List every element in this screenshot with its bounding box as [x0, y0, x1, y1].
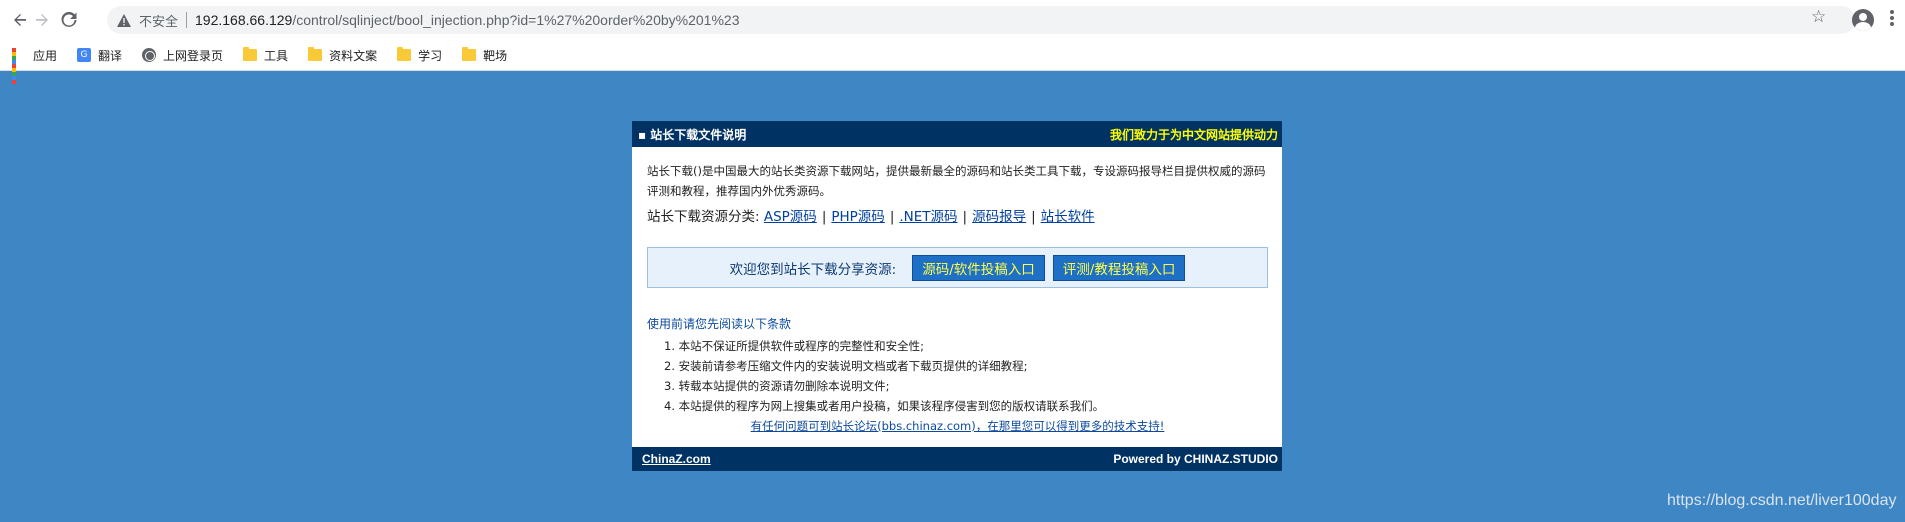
- terms-list: 1. 本站不保证所提供软件或程序的完整性和安全性; 2. 安装前请参考压缩文件内…: [647, 336, 1268, 416]
- terms-item: 2. 安装前请参考压缩文件内的安装说明文档或者下载页提供的详细教程;: [664, 359, 1028, 373]
- bookmark-label: 资料文案: [329, 48, 378, 63]
- bookmark-translate[interactable]: G 翻译: [77, 47, 122, 64]
- apps-grid-icon: [12, 48, 26, 84]
- folder-icon: [243, 47, 258, 61]
- security-label[interactable]: 不安全: [139, 11, 178, 30]
- url-host: 192.168.66.129: [195, 12, 293, 28]
- terms-item: 1. 本站不保证所提供软件或程序的完整性和安全性;: [664, 339, 924, 353]
- bookmark-label: 上网登录页: [163, 48, 224, 63]
- category-link-report[interactable]: 源码报导: [972, 209, 1026, 225]
- address-bar[interactable]: 不安全 192.168.66.129/control/sqlinject/boo…: [107, 6, 1855, 34]
- panel-title: ▪ 站长下载文件说明: [638, 127, 747, 142]
- category-line: 站长下载资源分类: ASP源码 | PHP源码 | .NET源码 | 源码报导 | 站长软件: [647, 205, 1268, 225]
- terms-item: 3. 转载本站提供的资源请勿删除本说明文件;: [664, 379, 890, 393]
- category-link-net[interactable]: .NET源码: [899, 209, 957, 225]
- category-link-php[interactable]: PHP源码: [831, 209, 884, 225]
- terms-heading: 使用前请您先阅读以下条款: [647, 317, 792, 331]
- terms-item: 4. 本站提供的程序为网上搜集或者用户投稿，如果该程序侵害到您的版权请联系我们。: [664, 399, 1105, 413]
- reload-icon[interactable]: [54, 5, 84, 35]
- bookmark-label: 靶场: [483, 48, 508, 63]
- url-text[interactable]: 192.168.66.129/control/sqlinject/bool_in…: [195, 12, 739, 28]
- star-icon[interactable]: ☆: [1811, 8, 1826, 25]
- bookmark-label: 应用: [33, 48, 58, 63]
- footer-site-link[interactable]: ChinaZ.com: [642, 452, 711, 466]
- intro-text: 站长下载()是中国最大的站长类资源下载网站，提供最新最全的源码和站长类工具下载，…: [647, 164, 1266, 198]
- account-icon[interactable]: [1852, 9, 1874, 31]
- panel-slogan: 我们致力于为中文网站提供动力: [1109, 127, 1278, 142]
- forward-icon[interactable]: [27, 5, 57, 35]
- link-separator: |: [1031, 209, 1036, 225]
- panel-body: 站长下载()是中国最大的站长类资源下载网站，提供最新最全的源码和站长类工具下载，…: [632, 147, 1282, 436]
- globe-icon: [142, 48, 157, 62]
- footer-powered-by: Powered by CHINAZ.STUDIO: [1113, 452, 1278, 466]
- bookmark-study[interactable]: 学习: [397, 47, 442, 64]
- menu-icon[interactable]: [1890, 8, 1896, 28]
- folder-icon: [308, 47, 323, 61]
- bookmark-apps[interactable]: 应用: [12, 47, 58, 84]
- category-label: 站长下载资源分类:: [647, 209, 760, 225]
- bookmarks-bar: 应用 G 翻译 上网登录页 工具 资料文案 学习 靶场: [0, 40, 1905, 84]
- watermark-text: https://blog.csdn.net/liver100day: [1667, 492, 1897, 509]
- submit-review-button[interactable]: 评测/教程投稿入口: [1052, 254, 1186, 281]
- info-panel: ▪ 站长下载文件说明 我们致力于为中文网站提供动力 站长下载()是中国最大的站长…: [632, 121, 1282, 471]
- share-box: 欢迎您到站长下载分享资源: 源码/软件投稿入口 评测/教程投稿入口: [647, 247, 1268, 288]
- link-separator: |: [962, 209, 968, 225]
- link-separator: |: [821, 209, 827, 225]
- link-separator: |: [889, 209, 895, 225]
- warning-icon[interactable]: [117, 13, 131, 27]
- panel-header: ▪ 站长下载文件说明 我们致力于为中文网站提供动力: [632, 121, 1282, 147]
- folder-icon: [462, 47, 477, 61]
- browser-toolbar: 不安全 192.168.66.129/control/sqlinject/boo…: [0, 0, 1905, 40]
- bookmark-label: 工具: [264, 48, 289, 63]
- translate-icon: G: [77, 48, 92, 62]
- share-text: 欢迎您到站长下载分享资源:: [729, 261, 897, 278]
- address-divider: [186, 12, 188, 28]
- bookmark-label: 翻译: [98, 48, 123, 63]
- bookmark-docs[interactable]: 资料文案: [308, 47, 377, 64]
- folder-icon: [397, 47, 412, 61]
- category-link-asp[interactable]: ASP源码: [764, 209, 817, 225]
- bookmark-tools[interactable]: 工具: [243, 47, 288, 64]
- url-path: /control/sqlinject/bool_injection.php?id…: [292, 12, 740, 28]
- bookmark-range[interactable]: 靶场: [462, 47, 507, 64]
- bookmark-login[interactable]: 上网登录页: [142, 47, 223, 64]
- bookmark-label: 学习: [418, 48, 443, 63]
- support-forum-link[interactable]: 有任何问题可到站长论坛(bbs.chinaz.com)，在那里您可以得到更多的技…: [647, 416, 1268, 436]
- category-link-software[interactable]: 站长软件: [1041, 209, 1095, 225]
- panel-footer: ChinaZ.com Powered by CHINAZ.STUDIO: [632, 447, 1282, 471]
- submit-source-button[interactable]: 源码/软件投稿入口: [912, 254, 1045, 281]
